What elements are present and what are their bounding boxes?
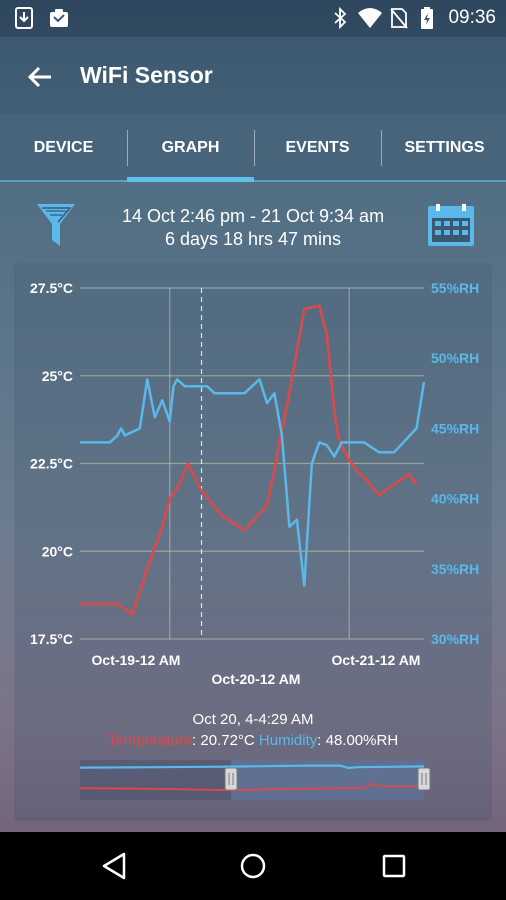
readout-temp-label: Temperature [107, 732, 193, 749]
scrubber-left-handle[interactable] [224, 767, 238, 791]
chart-series [80, 304, 426, 616]
readout-hum-value: : 48.00%RH [317, 732, 399, 749]
readout-values: Temperature: 20.72°C Humidity: 48.00%RH [16, 732, 490, 750]
y-right-tick-label: 30%RH [431, 631, 479, 647]
y-right-tick-label: 50%RH [431, 350, 479, 366]
y-left-tick-label: 20°C [42, 543, 73, 559]
home-nav-icon [240, 853, 266, 879]
y-left-tick-label: 22.5°C [30, 456, 73, 472]
y-left-tick-label: 25°C [42, 368, 73, 384]
range-scrubber [79, 760, 431, 800]
nav-recents-button[interactable] [372, 846, 416, 886]
recents-nav-icon [382, 854, 406, 878]
back-nav-icon [102, 852, 126, 880]
sensor-chart[interactable]: 27.5°C 25°C 22.5°C 20°C 17.5°C 55%RH 50%RH 45%R… [0, 0, 506, 832]
readout-temp-value: : 20.72°C [192, 732, 259, 749]
y-right-tick-label: 45%RH [431, 420, 479, 436]
navigation-bar [0, 832, 506, 900]
temperature-series-line [80, 304, 418, 616]
y-right-tick-label: 55%RH [431, 280, 479, 296]
y-right-tick-label: 35%RH [431, 561, 479, 577]
humidity-series-line [80, 378, 426, 587]
y-left-tick-label: 17.5°C [30, 631, 73, 647]
x-tick-label: Oct-19-12 AM [92, 652, 181, 668]
nav-home-button[interactable] [231, 846, 275, 886]
chart-labels: 27.5°C 25°C 22.5°C 20°C 17.5°C 55%RH 50%RH 45%R… [30, 280, 479, 687]
nav-back-button[interactable] [92, 846, 136, 886]
readout-datetime: Oct 20, 4-4:29 AM [192, 711, 314, 728]
y-right-tick-label: 40%RH [431, 491, 479, 507]
y-left-tick-label: 27.5°C [30, 280, 73, 296]
x-tick-label: Oct-21-12 AM [332, 652, 421, 668]
x-tick-label: Oct-20-12 AM [212, 671, 301, 687]
scrubber-right-handle[interactable] [417, 767, 431, 791]
readout-hum-label: Humidity [258, 732, 318, 749]
